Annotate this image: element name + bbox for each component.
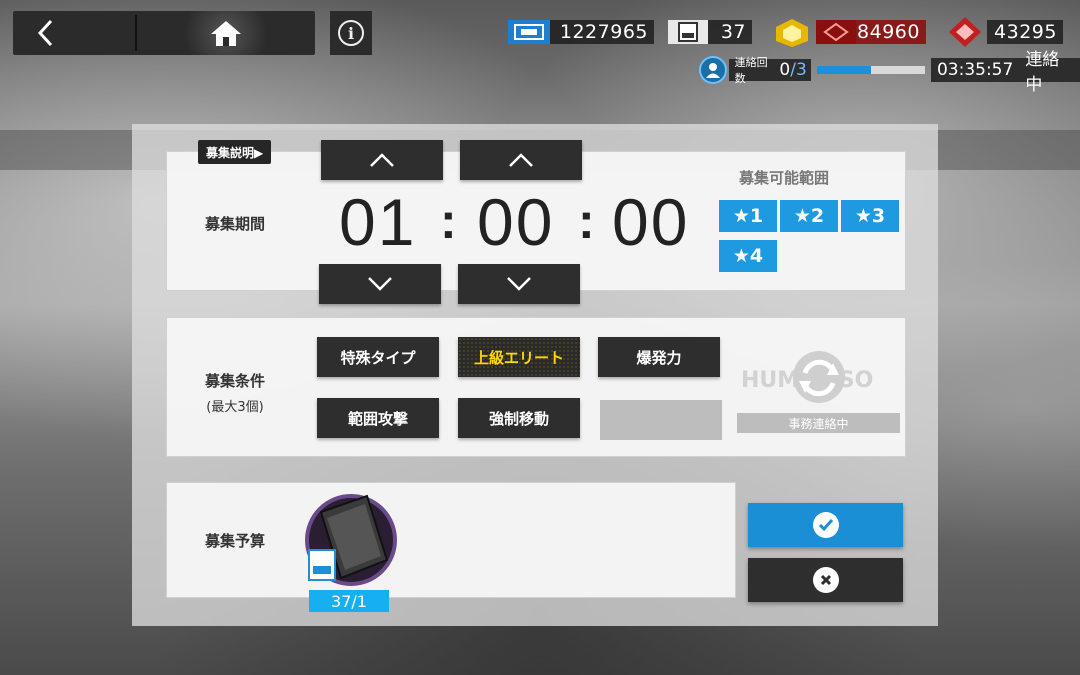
contact-label-box: 連絡回数 0/3 [728, 56, 811, 85]
seconds-display: 00 [612, 185, 690, 259]
hours-display: 01 [339, 185, 417, 259]
chevron-down-icon [368, 277, 392, 291]
contact-progress-fill [816, 66, 871, 74]
colon-2: : [578, 193, 595, 249]
contact-status: 連絡回数 0/3 03:35:57 連絡中 [699, 50, 1080, 95]
chevron-up-icon [509, 153, 533, 167]
star-1-badge: ★1 [719, 200, 777, 232]
info-button[interactable]: i [330, 11, 372, 55]
contact-count: 0/3 [779, 60, 807, 80]
chevron-up-icon [370, 153, 394, 167]
contact-time: 03:35:57 [936, 60, 1014, 80]
recruit-range-title: 募集可能範囲 [739, 169, 830, 187]
contact-label: 連絡回数 [734, 56, 768, 85]
contact-progress-bar [816, 66, 925, 74]
budget-label: 募集予算 [204, 532, 265, 550]
contact-time-box: 03:35:57 連絡中 [930, 50, 1080, 95]
refresh-icon[interactable]: HUM RESO [735, 345, 900, 411]
operator-contact-icon [699, 56, 727, 84]
tag-shift[interactable]: 強制移動 [458, 398, 580, 438]
contact-status-text: 連絡中 [1025, 50, 1060, 95]
orundum-resource: 43295 [943, 17, 1063, 47]
permit-count-badge: 37/1 [309, 590, 389, 612]
permit-resource: 37 [668, 20, 752, 44]
home-icon [211, 21, 241, 46]
recruit-explain-button[interactable]: 募集説明▶ [198, 140, 272, 164]
confirm-button[interactable] [748, 503, 903, 547]
tag-burst[interactable]: 爆発力 [598, 337, 720, 377]
star-3-badge: ★3 [841, 200, 899, 232]
nav-bar [13, 11, 315, 55]
hour-up-button[interactable] [321, 140, 443, 180]
orundum-icon [943, 17, 987, 47]
permit-value: 37 [708, 20, 752, 44]
info-icon: i [338, 20, 364, 46]
sanity-icon [508, 20, 550, 44]
star-4-badge: ★4 [719, 240, 777, 272]
chevron-left-icon [37, 19, 53, 47]
minute-up-button[interactable] [460, 140, 582, 180]
minutes-display: 00 [477, 185, 555, 259]
star-2-badge: ★2 [780, 200, 838, 232]
tag-senior-elite[interactable]: 上級エリート [458, 337, 580, 377]
cancel-button[interactable] [748, 558, 903, 602]
minute-down-button[interactable] [458, 264, 580, 304]
tag-special-type[interactable]: 特殊タイプ [317, 337, 439, 377]
chevron-down-icon [507, 277, 531, 291]
tag-aoe[interactable]: 範囲攻撃 [317, 398, 439, 438]
recruit-permit-icon [305, 494, 397, 586]
home-button[interactable] [171, 11, 281, 55]
conditions-sub-label: (最大3個) [206, 400, 264, 415]
nav-divider [135, 15, 137, 51]
back-button[interactable] [13, 11, 77, 55]
orundum-value: 43295 [987, 20, 1063, 44]
tag-empty-slot [600, 400, 722, 440]
originium-value: 84960 [856, 20, 926, 44]
sanity-resource: 1227965 [508, 20, 654, 44]
hr-status-label: 事務連絡中 [737, 413, 900, 433]
orundum-small-icon [816, 20, 856, 44]
originium-resource: 84960 [768, 19, 926, 47]
checkmark-icon [812, 512, 839, 538]
period-label: 募集期間 [204, 215, 265, 233]
close-icon [812, 567, 839, 593]
sanity-value: 1227965 [550, 20, 654, 44]
originium-icon [768, 19, 816, 47]
hour-down-button[interactable] [319, 264, 441, 304]
recruit-permit-icon [668, 20, 708, 44]
colon-1: : [440, 193, 457, 249]
conditions-label: 募集条件 [204, 372, 265, 390]
